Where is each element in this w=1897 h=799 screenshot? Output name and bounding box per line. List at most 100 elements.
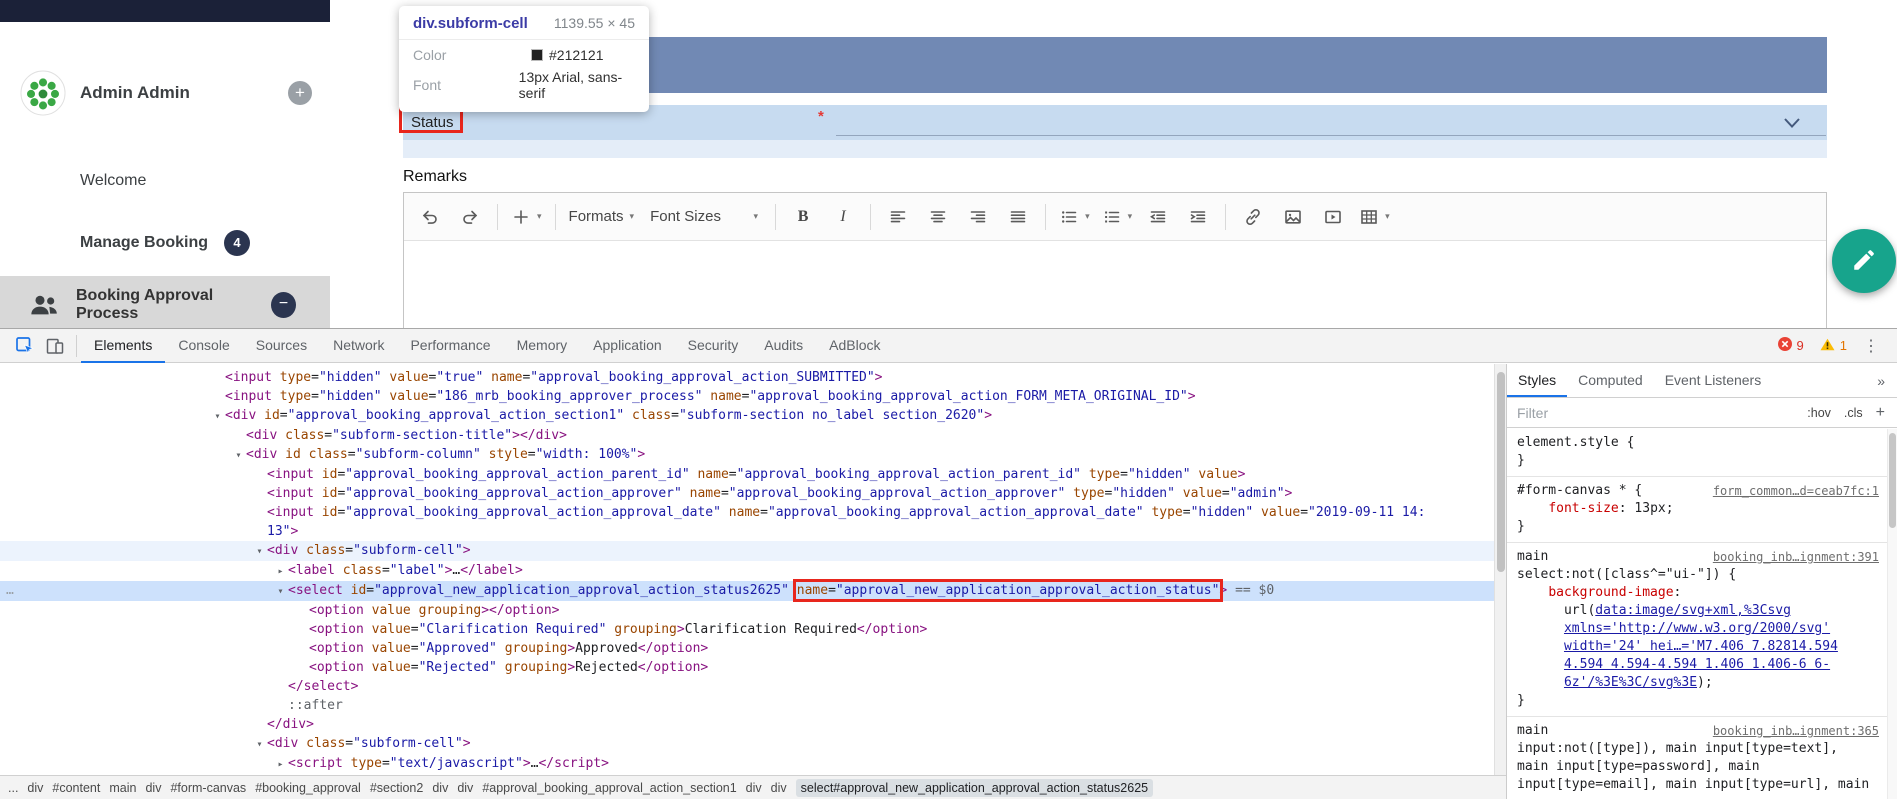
tree-node[interactable]: ▾<div id="approval_booking_approval_acti… [0,406,1494,426]
warning-count-badge[interactable]: 1 [1820,338,1847,354]
tree-node[interactable]: <option value="Approved" grouping>Approv… [0,639,1494,658]
tree-node[interactable]: </select> [0,677,1494,696]
bullet-list-button[interactable]: ▾ [1053,198,1096,236]
devtools-tab-performance[interactable]: Performance [397,329,503,363]
expand-arrow-down-icon[interactable]: ▾ [252,735,267,754]
expand-arrow-down-icon[interactable]: ▾ [273,582,288,601]
align-justify-button[interactable] [998,198,1038,236]
tree-node[interactable]: <div class="subform-section-title"></div… [0,426,1494,445]
breadcrumb-item[interactable]: #content [52,781,100,795]
italic-button[interactable]: I [823,198,863,236]
stylesheet-source-link[interactable]: booking_inb…ignment:391 [1713,548,1879,566]
indent-button[interactable] [1178,198,1218,236]
link-button[interactable] [1233,198,1273,236]
overflow-chevrons-icon[interactable]: » [1877,373,1897,389]
tree-node[interactable]: <input id="approval_booking_approval_act… [0,484,1494,503]
styles-filter-input[interactable]: Filter [1507,405,1548,421]
breadcrumb-item[interactable]: ... [8,781,18,795]
user-profile[interactable]: Admin Admin + [20,70,312,116]
tree-node[interactable]: 13"> [0,522,1494,541]
formats-dropdown[interactable]: Formats▾ [563,198,641,236]
scrollbar-thumb[interactable] [1889,433,1896,528]
node-more-icon[interactable]: … [6,581,14,600]
breadcrumb-item[interactable]: div [432,781,448,795]
bold-button[interactable]: B [783,198,823,236]
inspect-element-icon[interactable] [10,332,40,360]
outdent-button[interactable] [1138,198,1178,236]
expand-arrow-right-icon[interactable]: ▸ [273,755,288,774]
tree-node[interactable]: </div> [0,715,1494,734]
new-style-rule-button[interactable]: + [1876,404,1885,422]
tree-node[interactable]: <input id="approval_booking_approval_act… [0,503,1494,522]
tree-node[interactable]: ▾<div id class="subform-column" style="w… [0,445,1494,465]
sidebar-item-welcome[interactable]: Welcome [80,172,146,190]
breadcrumb-item[interactable]: div [771,781,787,795]
sidebar-item-manage-booking[interactable]: Manage Booking 4 [80,230,250,256]
tree-node[interactable]: <input type="hidden" value="186_mrb_book… [0,387,1494,406]
breadcrumb-item[interactable]: #booking_approval [255,781,361,795]
devtools-tab-memory[interactable]: Memory [504,329,581,363]
edit-fab-button[interactable] [1832,229,1896,293]
devtools-tab-application[interactable]: Application [580,329,675,363]
undo-button[interactable] [410,198,450,236]
table-button[interactable]: ▾ [1353,198,1396,236]
image-button[interactable] [1273,198,1313,236]
devtools-tab-sources[interactable]: Sources [243,329,320,363]
align-center-button[interactable] [918,198,958,236]
device-toolbar-icon[interactable] [40,332,70,360]
devtools-tab-console[interactable]: Console [165,329,242,363]
tree-node[interactable]: ▾<div class="subform-cell"> [0,734,1494,754]
devtools-menu-icon[interactable]: ⋮ [1863,336,1879,356]
tree-node[interactable]: <option value="Clarification Required" g… [0,620,1494,639]
insert-button[interactable]: ▾ [505,198,548,236]
status-dropdown-chevron-icon[interactable] [1783,116,1801,134]
breadcrumb-item[interactable]: #approval_booking_approval_action_sectio… [482,781,736,795]
devtools-tab-elements[interactable]: Elements [81,329,165,363]
devtools-tab-network[interactable]: Network [320,329,397,363]
expand-arrow-down-icon[interactable]: ▾ [231,446,246,465]
font-sizes-dropdown[interactable]: Font Sizes▾ [640,198,768,236]
stylesheet-source-link[interactable]: form_common…d=ceab7fc:1 [1713,482,1879,500]
breadcrumb-item[interactable]: div [27,781,43,795]
redo-button[interactable] [450,198,490,236]
devtools-tab-security[interactable]: Security [675,329,752,363]
collapse-minus-icon[interactable]: − [271,292,296,318]
align-left-button[interactable] [878,198,918,236]
status-select[interactable] [836,135,1826,136]
tree-node[interactable]: ▾<div class="subform-cell"> [0,541,1494,561]
styles-panel-tab-styles[interactable]: Styles [1507,364,1567,397]
breadcrumb-item[interactable]: #form-canvas [170,781,246,795]
tree-node[interactable]: …▾<select id="approval_new_application_a… [0,581,1494,601]
scrollbar-thumb[interactable] [1497,372,1505,572]
add-user-button[interactable]: + [288,81,312,105]
error-count-badge[interactable]: 9 [1778,337,1804,354]
numbered-list-button[interactable]: ▾ [1096,198,1139,236]
breadcrumb-item[interactable]: #section2 [370,781,424,795]
tree-node[interactable]: ▸<label class="label">…</label> [0,561,1494,581]
tree-node[interactable]: <option value grouping></option> [0,601,1494,620]
expand-arrow-down-icon[interactable]: ▾ [210,407,225,426]
tree-node[interactable]: <input id="approval_booking_approval_act… [0,465,1494,484]
hov-toggle[interactable]: :hov [1807,406,1831,420]
sidebar-item-booking-approval-process[interactable]: Booking Approval Process − [0,276,330,334]
expand-arrow-right-icon[interactable]: ▸ [273,562,288,581]
editor-content[interactable] [404,241,1826,328]
breadcrumb-item[interactable]: div [457,781,473,795]
styles-panel-tab-event-listeners[interactable]: Event Listeners [1654,364,1773,397]
tree-node[interactable]: ::after [0,696,1494,715]
tree-node[interactable]: <option value="Rejected" grouping>Reject… [0,658,1494,677]
expand-arrow-down-icon[interactable]: ▾ [252,542,267,561]
tree-node[interactable]: <input type="hidden" value="true" name="… [0,368,1494,387]
tree-node[interactable]: ▸<script type="text/javascript">…</scrip… [0,754,1494,774]
breadcrumb-item[interactable]: select#approval_new_application_approval… [796,779,1153,797]
devtools-tab-adblock[interactable]: AdBlock [816,329,893,363]
styles-scrollbar[interactable] [1887,429,1897,799]
elements-scrollbar[interactable] [1494,364,1506,775]
breadcrumb-item[interactable]: div [145,781,161,795]
align-right-button[interactable] [958,198,998,236]
devtools-tab-audits[interactable]: Audits [751,329,816,363]
cls-toggle[interactable]: .cls [1844,406,1863,420]
breadcrumb-item[interactable]: div [746,781,762,795]
breadcrumb-item[interactable]: main [109,781,136,795]
media-button[interactable] [1313,198,1353,236]
